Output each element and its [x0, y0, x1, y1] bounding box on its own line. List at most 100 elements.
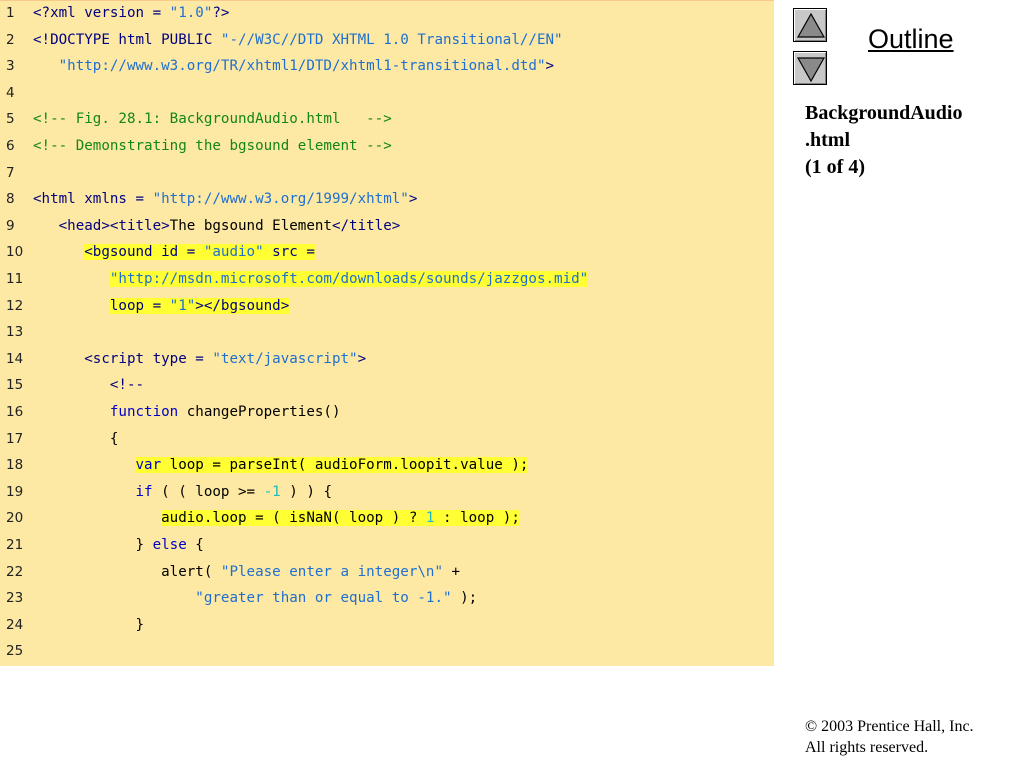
code-text: <!DOCTYPE html PUBLIC "-//W3C//DTD XHTML…: [33, 32, 563, 48]
code-line: 1 <?xml version = "1.0"?>: [0, 1, 774, 28]
code-line: 7: [0, 161, 774, 188]
code-text: <!-- Demonstrating the bgsound element -…: [33, 138, 392, 154]
outline-link[interactable]: Outline: [868, 24, 954, 55]
code-line: 11 "http://msdn.microsoft.com/downloads/…: [0, 267, 774, 294]
highlighted-code: <bgsound id = "audio" src =: [84, 244, 315, 261]
triangle-down-icon: [796, 57, 826, 83]
highlighted-code: var loop = parseInt( audioForm.loopit.va…: [135, 457, 529, 474]
line-content: <!DOCTYPE html PUBLIC "-//W3C//DTD XHTML…: [33, 32, 563, 48]
code-token: <!DOCTYPE html PUBLIC: [33, 31, 221, 48]
line-number: 18: [6, 457, 24, 474]
line-content: <head><title>The bgsound Element</title>: [33, 217, 401, 234]
line-number: 6: [6, 138, 15, 154]
code-token: <!-- Fig. 28.1: BackgroundAudio.html -->: [33, 111, 392, 128]
line-number: 23: [6, 590, 24, 607]
copyright-line: © 2003 Prentice Hall, Inc.: [805, 718, 974, 735]
code-token: <!--: [109, 377, 145, 394]
code-line: 2 <!DOCTYPE html PUBLIC "-//W3C//DTD XHTM…: [0, 28, 774, 55]
next-slide-button[interactable]: [793, 51, 827, 85]
code-text: function changeProperties(): [110, 404, 341, 420]
line-number: 8: [6, 191, 15, 208]
line-number: 4: [6, 84, 15, 101]
line-content: <?xml version = "1.0"?>: [33, 5, 229, 21]
code-listing: 1 <?xml version = "1.0"?> 2 <!DOCTYPE html …: [0, 0, 774, 666]
caption-line: (1 of 4): [805, 156, 865, 178]
code-line: 15 <!--: [0, 373, 774, 400]
line-content: <!--: [33, 377, 144, 393]
code-token: <?xml version =: [33, 5, 170, 21]
line-content: }: [33, 617, 145, 633]
line-content: <script type = "text/javascript">: [33, 351, 366, 367]
code-token: ( ( loop >=: [152, 483, 264, 500]
code-token: "greater than or equal to -1.": [195, 590, 452, 607]
line-content: "greater than or equal to -1." );: [33, 590, 477, 606]
line-number: 10: [6, 244, 24, 261]
line-number: 22: [6, 563, 24, 580]
code-token: "text/javascript": [212, 350, 358, 367]
code-line: 21 } else {: [0, 533, 774, 560]
code-token: loop = parseInt( audioForm.loopit.value …: [161, 457, 529, 474]
code-token: >: [545, 58, 555, 75]
code-token: <bgsound id =: [84, 244, 204, 261]
code-token: <!-- Demonstrating the bgsound element -…: [33, 138, 392, 154]
code-text: <?xml version = "1.0"?>: [33, 5, 229, 21]
code-token: "audio": [203, 244, 264, 261]
line-number: 1: [6, 5, 15, 21]
line-number: 14: [6, 350, 24, 367]
code-token: ) ) {: [280, 483, 332, 500]
line-number: 19: [6, 483, 24, 500]
highlighted-code: "http://msdn.microsoft.com/downloads/sou…: [109, 271, 589, 287]
code-token: else: [152, 537, 187, 553]
line-content: alert( "Please enter a integer\n" +: [33, 564, 460, 580]
code-line: 22 alert( "Please enter a integer\n" +: [0, 560, 774, 587]
code-text: <html xmlns = "http://www.w3.org/1999/xh…: [33, 191, 417, 207]
line-content: <bgsound id = "audio" src =: [33, 244, 315, 261]
code-line: 18 var loop = parseInt( audioForm.loopit…: [0, 453, 774, 480]
code-line: 10 <bgsound id = "audio" src =: [0, 240, 774, 267]
line-content: audio.loop = ( isNaN( loop ) ? 1 : loop …: [33, 510, 520, 527]
code-text: if ( ( loop >= -1 ) ) {: [136, 484, 332, 500]
previous-slide-button[interactable]: [793, 8, 827, 42]
line-number: 5: [6, 111, 15, 128]
code-token: "1": [169, 297, 196, 314]
line-number: 13: [6, 324, 24, 341]
code-text: <!--: [110, 377, 144, 393]
code-line: 4: [0, 81, 774, 108]
code-text: {: [110, 431, 119, 447]
caption-line: .html: [805, 129, 850, 151]
copyright-notice: © 2003 Prentice Hall, Inc. All rights re…: [805, 716, 974, 758]
code-token: );: [451, 590, 478, 607]
code-text: } else {: [136, 537, 204, 553]
line-content: var loop = parseInt( audioForm.loopit.va…: [33, 457, 529, 474]
code-token: "http://msdn.microsoft.com/downloads/sou…: [109, 271, 589, 287]
code-token: </title>: [331, 217, 401, 234]
line-number: 16: [6, 404, 24, 420]
code-line: 13: [0, 320, 774, 347]
caption-line: BackgroundAudio: [805, 102, 963, 124]
code-token: {: [109, 430, 119, 447]
line-number: 7: [6, 164, 15, 181]
code-line: 3 "http://www.w3.org/TR/xhtml1/DTD/xhtml…: [0, 54, 774, 81]
line-number: 11: [6, 271, 24, 287]
code-line: 23 "greater than or equal to -1." );: [0, 586, 774, 613]
code-token: "http://www.w3.org/1999/xhtml": [152, 191, 409, 208]
code-token: loop =: [109, 297, 170, 314]
code-token: <html xmlns =: [33, 191, 153, 208]
code-text: <!-- Fig. 28.1: BackgroundAudio.html -->: [33, 111, 392, 127]
code-token: >: [357, 350, 367, 367]
copyright-line: All rights reserved.: [805, 739, 929, 756]
code-token: }: [135, 537, 153, 553]
code-token: +: [443, 563, 461, 580]
file-caption: BackgroundAudio .html (1 of 4): [805, 100, 1020, 181]
code-token: "-//W3C//DTD XHTML 1.0 Transitional//EN": [220, 31, 563, 48]
line-number: 12: [6, 297, 24, 314]
